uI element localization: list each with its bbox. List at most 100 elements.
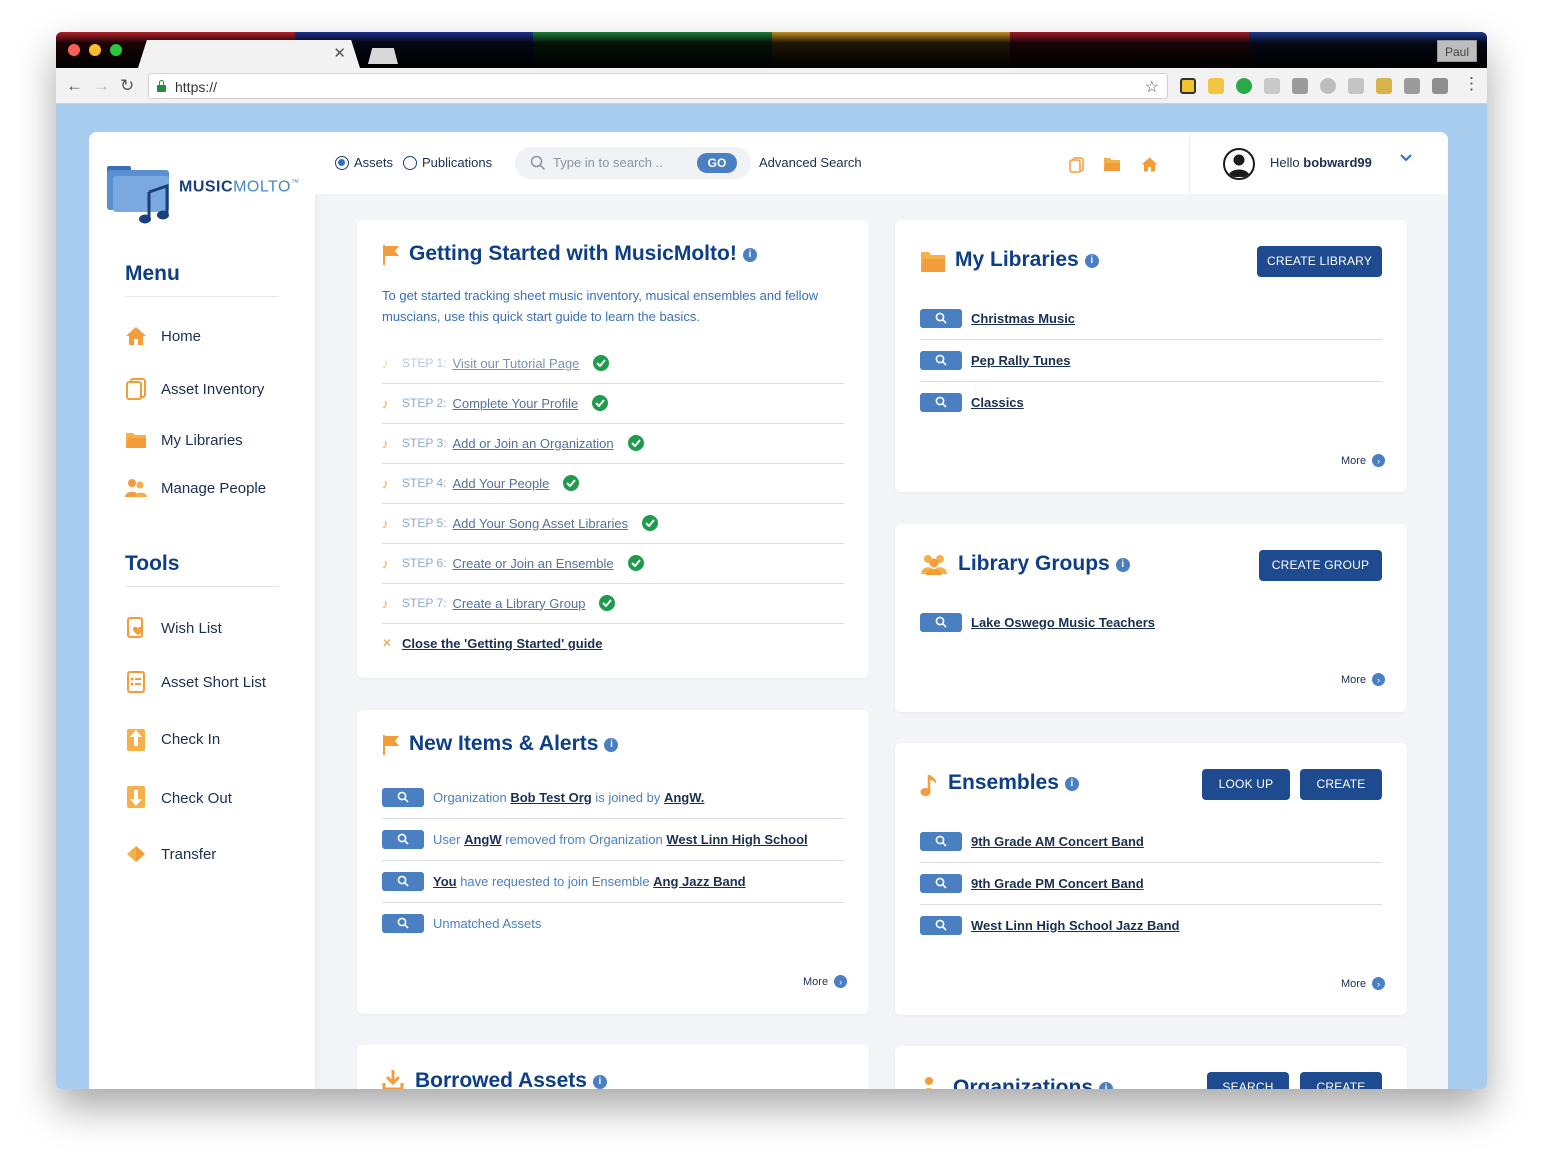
url-text[interactable]: https:// [175, 79, 217, 95]
more-link[interactable]: More › [1341, 673, 1386, 686]
search-button[interactable] [920, 392, 962, 412]
alert-link[interactable]: AngW [464, 832, 502, 847]
close-guide-row[interactable]: ✕ Close the 'Getting Started' guide [382, 623, 602, 663]
maximize-window-button[interactable] [110, 44, 122, 56]
libraries-shortcut-icon[interactable] [1103, 157, 1120, 171]
alert-link[interactable]: You [433, 874, 457, 889]
extension-1-icon[interactable] [1180, 78, 1196, 94]
sidebar-item-asset-short-list[interactable]: Asset Short List [125, 670, 266, 694]
step-link[interactable]: Complete Your Profile [452, 396, 578, 411]
info-icon[interactable]: i [592, 1075, 607, 1089]
more-link[interactable]: More › [1341, 454, 1386, 467]
close-guide-link[interactable]: Close the 'Getting Started' guide [402, 636, 602, 651]
step-link[interactable]: Add Your Song Asset Libraries [452, 516, 628, 531]
search-button[interactable] [920, 915, 962, 935]
address-bar[interactable]: https:// ☆ [148, 73, 1168, 99]
extension-5-icon[interactable] [1292, 78, 1308, 94]
step-row: ♪ STEP 1: Visit our Tutorial Page [382, 343, 610, 383]
back-icon[interactable]: ← [66, 76, 83, 96]
sidebar-item-my-libraries[interactable]: My Libraries [125, 428, 243, 452]
browser-menu-icon[interactable]: ⋮ [1463, 74, 1480, 94]
alert-link[interactable]: West Linn High School [666, 832, 807, 847]
info-icon[interactable]: i [1099, 1082, 1114, 1089]
search-button[interactable] [382, 787, 424, 807]
avatar[interactable] [1223, 148, 1255, 180]
search-button[interactable] [382, 829, 424, 849]
close-icon[interactable]: ✕ [382, 636, 396, 650]
close-window-button[interactable] [68, 44, 80, 56]
extension-4-icon[interactable] [1264, 78, 1280, 94]
cast-icon[interactable] [1432, 78, 1448, 94]
create-organization-button[interactable]: CREATE [1300, 1072, 1382, 1089]
extension-7-icon[interactable] [1348, 78, 1364, 94]
step-link[interactable]: Add or Join an Organization [452, 436, 613, 451]
radio-assets[interactable]: Assets [335, 155, 393, 170]
extension-6-icon[interactable] [1320, 78, 1336, 94]
create-group-button[interactable]: CREATE GROUP [1259, 550, 1382, 581]
sidebar-item-check-in[interactable]: Check In [125, 727, 220, 751]
search-button[interactable] [920, 350, 962, 370]
library-link[interactable]: Christmas Music [971, 311, 1075, 326]
search-button[interactable] [920, 873, 962, 893]
search-button[interactable] [382, 871, 424, 891]
sidebar-item-check-out[interactable]: Check Out [125, 786, 232, 810]
sidebar-item-manage-people[interactable]: Manage People [125, 476, 266, 500]
profile-chip[interactable]: Paul [1436, 40, 1477, 62]
chevron-down-icon[interactable] [1399, 150, 1413, 168]
sidebar-item-wish-list[interactable]: Wish List [125, 616, 222, 640]
user-greeting[interactable]: Hello bobward99 [1270, 155, 1372, 170]
alert-link[interactable]: AngW. [664, 790, 704, 805]
forward-icon[interactable]: → [93, 76, 110, 96]
alert-link[interactable]: Bob Test Org [510, 790, 591, 805]
extension-8-icon[interactable] [1376, 78, 1392, 94]
radio-publications[interactable]: Publications [403, 155, 492, 170]
sidebar-item-home[interactable]: Home [125, 324, 201, 348]
more-link[interactable]: More › [803, 975, 848, 988]
go-button[interactable]: GO [697, 153, 737, 173]
info-icon[interactable]: i [604, 738, 619, 752]
tab-close-icon[interactable]: ✕ [333, 44, 346, 62]
create-library-button[interactable]: CREATE LIBRARY [1257, 246, 1382, 277]
info-icon[interactable]: i [1084, 254, 1099, 268]
ensemble-link[interactable]: 9th Grade AM Concert Band [971, 834, 1144, 849]
more-link[interactable]: More › [1341, 977, 1386, 990]
info-icon[interactable]: i [742, 248, 757, 262]
look-up-button[interactable]: LOOK UP [1202, 769, 1290, 800]
flag-icon [383, 245, 399, 265]
advanced-search-link[interactable]: Advanced Search [759, 155, 862, 170]
info-icon[interactable]: i [1064, 777, 1079, 791]
sidebar-item-asset-inventory[interactable]: Asset Inventory [125, 377, 264, 401]
library-link[interactable]: Pep Rally Tunes [971, 353, 1070, 368]
step-link[interactable]: Add Your People [452, 476, 549, 491]
radio-publications-indicator[interactable] [403, 155, 417, 170]
reload-icon[interactable]: ↻ [120, 76, 134, 96]
step-link[interactable]: Visit our Tutorial Page [452, 356, 579, 371]
browser-tab[interactable]: ✕ [138, 40, 360, 68]
extension-9-icon[interactable] [1404, 78, 1420, 94]
new-tab-button[interactable] [368, 48, 398, 64]
info-icon[interactable]: i [1115, 558, 1130, 572]
search-organization-button[interactable]: SEARCH [1207, 1072, 1289, 1089]
logo[interactable]: MUSICMOLTO™ [105, 158, 305, 228]
search-input[interactable] [553, 155, 683, 170]
inventory-shortcut-icon[interactable] [1069, 157, 1085, 173]
extension-2-icon[interactable] [1208, 78, 1224, 94]
home-shortcut-icon[interactable] [1141, 157, 1158, 172]
ensemble-link[interactable]: West Linn High School Jazz Band [971, 918, 1180, 933]
bookmark-star-icon[interactable]: ☆ [1145, 77, 1159, 97]
minimize-window-button[interactable] [89, 44, 101, 56]
step-link[interactable]: Create a Library Group [452, 596, 585, 611]
create-ensemble-button[interactable]: CREATE [1300, 769, 1382, 800]
library-link[interactable]: Classics [971, 395, 1024, 410]
ensemble-link[interactable]: 9th Grade PM Concert Band [971, 876, 1144, 891]
radio-assets-indicator[interactable] [335, 155, 349, 170]
sidebar-item-transfer[interactable]: Transfer [125, 842, 216, 866]
alert-link[interactable]: Ang Jazz Band [653, 874, 745, 889]
step-link[interactable]: Create or Join an Ensemble [452, 556, 613, 571]
group-link[interactable]: Lake Oswego Music Teachers [971, 615, 1155, 630]
search-button[interactable] [920, 831, 962, 851]
search-button[interactable] [382, 913, 424, 933]
extension-3-icon[interactable] [1236, 78, 1252, 94]
search-button[interactable] [920, 308, 962, 328]
search-button[interactable] [920, 612, 962, 632]
